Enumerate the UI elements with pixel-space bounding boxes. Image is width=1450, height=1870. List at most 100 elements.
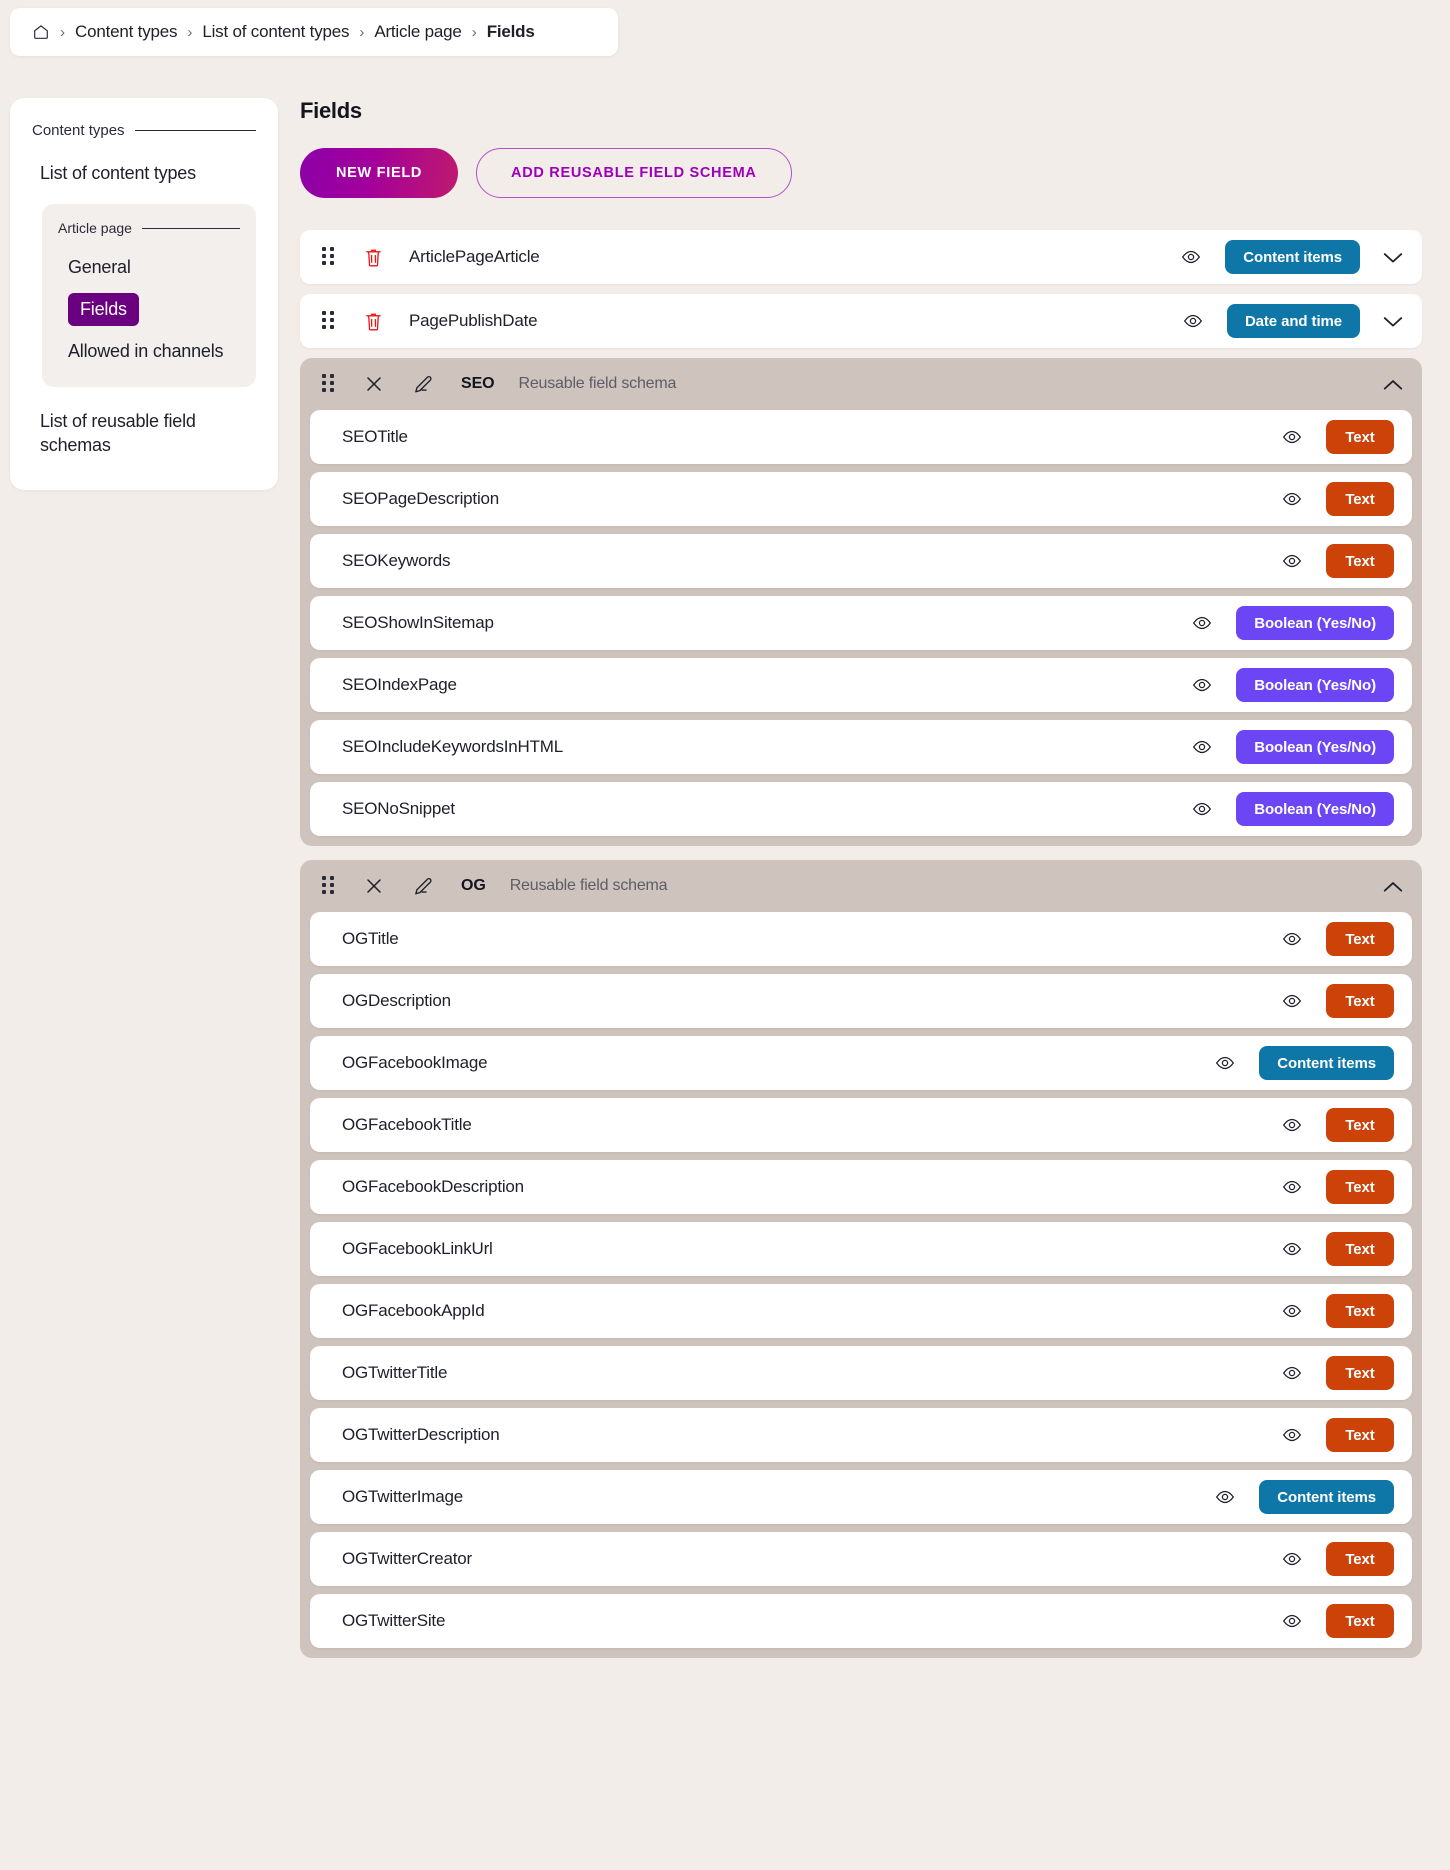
type-badge[interactable]: Text — [1326, 1294, 1394, 1328]
edit-icon[interactable] — [412, 374, 433, 395]
breadcrumb-item-article-page[interactable]: Article page — [374, 22, 462, 42]
visibility-icon[interactable] — [1282, 1241, 1302, 1257]
visibility-icon[interactable] — [1282, 1427, 1302, 1443]
visibility-icon[interactable] — [1192, 615, 1212, 631]
main-content: Fields NEW FIELD ADD REUSABLE FIELD SCHE… — [278, 98, 1450, 1672]
field-row[interactable]: OGTwitterTitle Text — [310, 1346, 1412, 1400]
field-row[interactable]: OGFacebookDescription Text — [310, 1160, 1412, 1214]
type-badge[interactable]: Content items — [1259, 1480, 1394, 1514]
visibility-icon[interactable] — [1282, 491, 1302, 507]
type-badge[interactable]: Date and time — [1226, 304, 1360, 338]
visibility-icon[interactable] — [1282, 931, 1302, 947]
chevron-up-icon[interactable] — [1382, 880, 1404, 893]
visibility-icon[interactable] — [1282, 1179, 1302, 1195]
sidebar-item-list-of-content-types[interactable]: List of content types — [32, 157, 256, 190]
field-row[interactable]: SEOKeywords Text — [310, 534, 1412, 588]
edit-icon[interactable] — [412, 876, 433, 897]
type-badge[interactable]: Text — [1326, 1108, 1394, 1142]
field-row[interactable]: OGTitle Text — [310, 912, 1412, 966]
visibility-icon[interactable] — [1181, 249, 1201, 265]
schema-code: SEO — [461, 375, 495, 392]
field-row[interactable]: OGFacebookAppId Text — [310, 1284, 1412, 1338]
field-row[interactable]: SEOIndexPage Boolean (Yes/No) — [310, 658, 1412, 712]
field-row[interactable]: ArticlePageArticle Content items — [300, 230, 1422, 284]
field-row[interactable]: OGDescription Text — [310, 974, 1412, 1028]
field-name: OGFacebookAppId — [342, 1301, 485, 1320]
breadcrumb-item-fields: Fields — [486, 22, 535, 41]
delete-icon[interactable] — [364, 311, 383, 332]
visibility-icon[interactable] — [1192, 677, 1212, 693]
close-icon[interactable] — [364, 876, 384, 896]
type-badge[interactable]: Text — [1326, 1542, 1394, 1576]
drag-handle-icon[interactable] — [322, 374, 336, 394]
schema-header[interactable]: OG Reusable field schema — [300, 860, 1422, 912]
sidebar-group-content-types: Content types — [32, 122, 256, 139]
sidebar-item-list-of-reusable-field-schemas[interactable]: List of reusable field schemas — [32, 403, 256, 464]
sidebar-item-general[interactable]: General — [58, 250, 240, 285]
field-row[interactable]: SEOPageDescription Text — [310, 472, 1412, 526]
field-row[interactable]: SEOIncludeKeywordsInHTML Boolean (Yes/No) — [310, 720, 1412, 774]
field-row[interactable]: OGFacebookLinkUrl Text — [310, 1222, 1412, 1276]
chevron-down-icon[interactable] — [1382, 315, 1404, 328]
sidebar-item-fields[interactable]: Fields — [68, 293, 139, 326]
schema-header[interactable]: SEO Reusable field schema — [300, 358, 1422, 410]
visibility-icon[interactable] — [1282, 429, 1302, 445]
type-badge[interactable]: Text — [1326, 420, 1394, 454]
visibility-icon[interactable] — [1192, 801, 1212, 817]
drag-handle-icon[interactable] — [322, 247, 336, 267]
schema-fields: OGTitle Text OGDescription Text OGFacebookIm… — [300, 912, 1422, 1648]
sidebar-item-allowed-in-channels[interactable]: Allowed in channels — [58, 334, 240, 369]
breadcrumb-item-content-types[interactable]: Content types — [75, 22, 178, 42]
type-badge[interactable]: Text — [1326, 922, 1394, 956]
visibility-icon[interactable] — [1282, 1551, 1302, 1567]
fields-page: › Content types › List of content types … — [0, 0, 1450, 1712]
delete-icon[interactable] — [364, 247, 383, 268]
type-badge[interactable]: Content items — [1259, 1046, 1394, 1080]
type-badge[interactable]: Text — [1326, 1604, 1394, 1638]
field-row[interactable]: PagePublishDate Date and time — [300, 294, 1422, 348]
add-reusable-field-schema-button[interactable]: ADD REUSABLE FIELD SCHEMA — [476, 148, 792, 198]
visibility-icon[interactable] — [1282, 1303, 1302, 1319]
breadcrumb-item-list-of-content-types[interactable]: List of content types — [202, 22, 349, 42]
type-badge[interactable]: Boolean (Yes/No) — [1236, 606, 1394, 640]
type-badge[interactable]: Text — [1326, 1418, 1394, 1452]
close-icon[interactable] — [364, 374, 384, 394]
type-badge[interactable]: Text — [1326, 1232, 1394, 1266]
type-badge[interactable]: Text — [1326, 984, 1394, 1018]
chevron-down-icon[interactable] — [1382, 251, 1404, 264]
chevron-up-icon[interactable] — [1382, 378, 1404, 391]
visibility-icon[interactable] — [1183, 313, 1203, 329]
field-row[interactable]: OGFacebookTitle Text — [310, 1098, 1412, 1152]
drag-handle-icon[interactable] — [322, 311, 336, 331]
type-badge[interactable]: Text — [1326, 1170, 1394, 1204]
field-name: SEOIncludeKeywordsInHTML — [342, 737, 564, 756]
field-row[interactable]: SEONoSnippet Boolean (Yes/No) — [310, 782, 1412, 836]
type-badge[interactable]: Boolean (Yes/No) — [1236, 730, 1394, 764]
field-row[interactable]: OGTwitterCreator Text — [310, 1532, 1412, 1586]
visibility-icon[interactable] — [1282, 1365, 1302, 1381]
field-row[interactable]: OGTwitterSite Text — [310, 1594, 1412, 1648]
drag-handle-icon[interactable] — [322, 876, 336, 896]
type-badge[interactable]: Content items — [1225, 240, 1360, 274]
type-badge[interactable]: Text — [1326, 544, 1394, 578]
field-row[interactable]: OGFacebookImage Content items — [310, 1036, 1412, 1090]
type-badge[interactable]: Boolean (Yes/No) — [1236, 668, 1394, 702]
home-icon[interactable] — [32, 23, 50, 41]
field-row[interactable]: OGTwitterImage Content items — [310, 1470, 1412, 1524]
visibility-icon[interactable] — [1282, 1117, 1302, 1133]
schema-code: OG — [461, 877, 486, 894]
visibility-icon[interactable] — [1215, 1055, 1235, 1071]
field-row[interactable]: OGTwitterDescription Text — [310, 1408, 1412, 1462]
visibility-icon[interactable] — [1192, 739, 1212, 755]
field-row[interactable]: SEOTitle Text — [310, 410, 1412, 464]
new-field-button[interactable]: NEW FIELD — [300, 148, 459, 198]
type-badge[interactable]: Text — [1326, 1356, 1394, 1390]
visibility-icon[interactable] — [1282, 553, 1302, 569]
type-badge[interactable]: Text — [1326, 482, 1394, 516]
visibility-icon[interactable] — [1282, 1613, 1302, 1629]
field-row[interactable]: SEOShowInSitemap Boolean (Yes/No) — [310, 596, 1412, 650]
visibility-icon[interactable] — [1282, 993, 1302, 1009]
visibility-icon[interactable] — [1215, 1489, 1235, 1505]
type-badge[interactable]: Boolean (Yes/No) — [1236, 792, 1394, 826]
field-name: SEOShowInSitemap — [342, 613, 494, 632]
